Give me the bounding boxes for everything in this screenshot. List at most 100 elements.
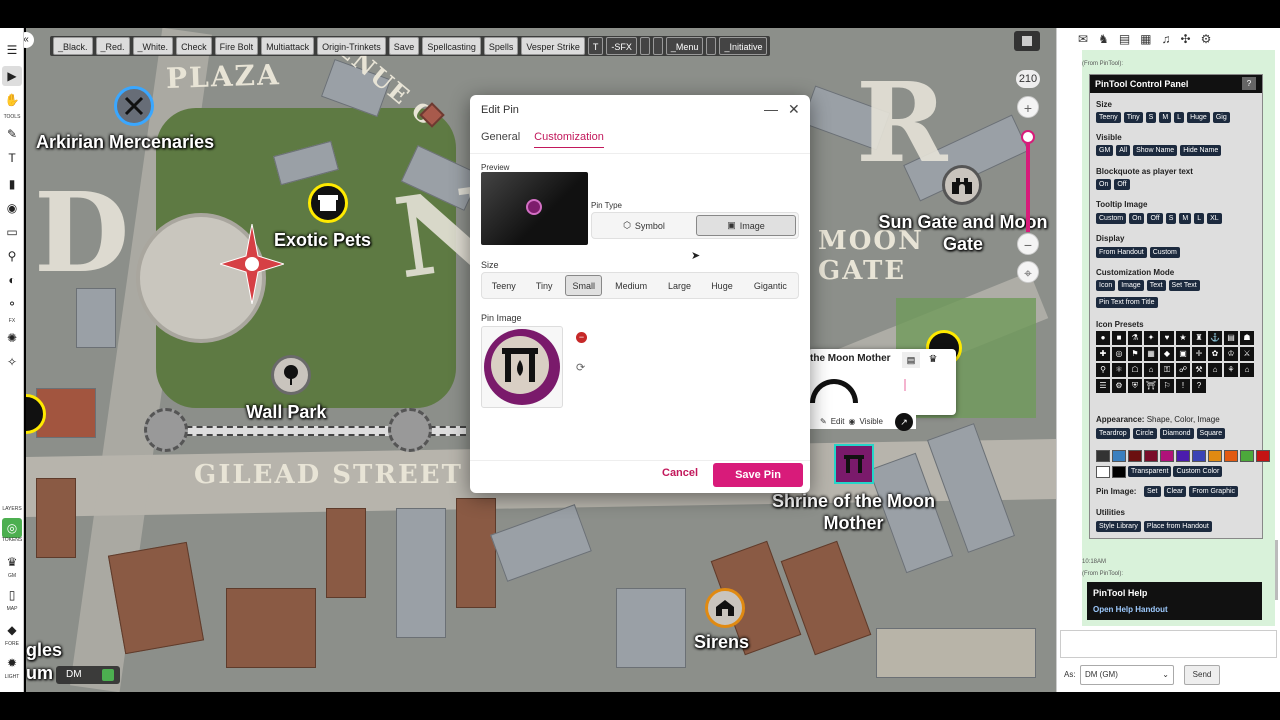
path-icon[interactable]: ⚬ [2, 294, 22, 314]
preset-icon[interactable]: ⛨ [1128, 379, 1142, 393]
preset-icon[interactable]: ▦ [1144, 347, 1158, 361]
size-large[interactable]: Large [660, 275, 699, 296]
chat-input[interactable] [1060, 630, 1277, 658]
text-icon[interactable]: T [2, 148, 22, 168]
shrine-pin-icon[interactable] [834, 444, 874, 484]
color-swatch[interactable] [1192, 450, 1206, 462]
preset-icon[interactable]: ⌂ [1240, 363, 1254, 377]
cp-blockquote-on[interactable]: On [1096, 179, 1112, 190]
map-layer-icon[interactable]: ▯ [2, 585, 22, 605]
cp-tooltip-custom[interactable]: Custom [1096, 213, 1127, 224]
gm-layer-icon[interactable]: ♛ [2, 552, 22, 572]
cp-image-clear[interactable]: Clear [1163, 486, 1187, 497]
jukebox-tab-icon[interactable]: ♫ [1162, 32, 1171, 46]
cp-mode-icon[interactable]: Icon [1096, 280, 1116, 291]
cp-tooltip-l[interactable]: L [1194, 213, 1205, 224]
token-layer-icon[interactable]: ◎ [2, 518, 22, 538]
preset-icon[interactable]: ☍ [1176, 363, 1190, 377]
cp-mode-text[interactable]: Text [1146, 280, 1166, 291]
preset-icon[interactable]: ♜ [1192, 331, 1206, 345]
popup-edit-button[interactable]: Edit [831, 417, 845, 426]
remove-image-icon[interactable]: − [576, 332, 587, 343]
cp-tooltip-m[interactable]: M [1179, 213, 1192, 224]
preset-icon[interactable]: ▣ [1176, 347, 1190, 361]
preset-icon[interactable]: ⚒ [1192, 363, 1206, 377]
cp-image-from-graphic[interactable]: From Graphic [1189, 486, 1239, 497]
color-swatch[interactable] [1112, 450, 1126, 462]
preset-icon[interactable]: ☰ [1096, 379, 1110, 393]
size-teeny[interactable]: Teeny [484, 275, 523, 296]
preset-icon[interactable]: ⚘ [1224, 363, 1238, 377]
cp-custom-color[interactable]: Custom Color [1173, 466, 1223, 477]
preset-icon[interactable]: ⌂ [1144, 363, 1158, 377]
cancel-button[interactable]: Cancel [662, 467, 698, 479]
pin-type-image[interactable]: ▣ Image [696, 215, 796, 236]
macro-button[interactable]: _Black. [53, 37, 93, 55]
macro-button[interactable]: Vesper Strike [521, 37, 585, 55]
preset-icon[interactable]: ✦ [1144, 331, 1158, 345]
handout-icon[interactable]: ▤ [902, 352, 920, 368]
size-medium[interactable]: Medium [604, 275, 657, 296]
chat-tab-icon[interactable]: ✉ [1078, 32, 1088, 46]
cp-tooltip-xl[interactable]: XL [1207, 213, 1222, 224]
cp-shape-teardrop[interactable]: Teardrop [1096, 428, 1130, 439]
cards-tab-icon[interactable]: ✣ [1181, 32, 1191, 46]
external-link-icon[interactable]: ↗ [895, 413, 913, 431]
minimize-icon[interactable]: — [764, 101, 778, 117]
crown-icon[interactable]: ♛ [924, 352, 942, 368]
preset-icon[interactable]: ✿ [1208, 347, 1222, 361]
color-swatch[interactable] [1160, 450, 1174, 462]
macro-button[interactable]: Spells [483, 37, 519, 55]
chat-scrollbar[interactable] [1275, 540, 1278, 600]
dice-icon[interactable]: ◉ [2, 198, 22, 218]
cp-size-teeny[interactable]: Teeny [1096, 112, 1121, 123]
zoom-slider-handle[interactable] [1021, 130, 1035, 144]
draw-icon[interactable]: ✎ [2, 124, 22, 144]
cp-shape-square[interactable]: Square [1196, 428, 1226, 439]
zoom-in-button[interactable]: + [1017, 96, 1039, 118]
preset-icon[interactable]: ⚲ [1096, 363, 1110, 377]
close-icon[interactable]: ✕ [788, 101, 800, 118]
pan-icon[interactable]: ✋ [2, 90, 22, 110]
macro-button[interactable]: -SFX [606, 37, 637, 55]
cp-size-gig[interactable]: Gig [1212, 112, 1230, 123]
macro-button[interactable]: Fire Bolt [214, 37, 259, 55]
save-pin-button[interactable]: Save Pin [713, 463, 803, 487]
cp-tooltip-off[interactable]: Off [1147, 213, 1163, 224]
cp-set-text[interactable]: Set Text [1168, 280, 1200, 291]
cp-tooltip-on[interactable]: On [1129, 213, 1145, 224]
player-color-icon[interactable] [102, 669, 114, 681]
cp-size-m[interactable]: M [1159, 112, 1172, 123]
open-help-handout-link[interactable]: Open Help Handout [1093, 605, 1168, 614]
macro-button[interactable]: Check [176, 37, 212, 55]
macro-button[interactable]: _Initiative [719, 37, 768, 55]
tree-icon[interactable] [271, 355, 311, 395]
size-huge[interactable]: Huge [701, 275, 742, 296]
pin-tool-icon[interactable]: ⚲ [2, 246, 22, 266]
preset-icon[interactable]: ♥ [1160, 331, 1174, 345]
recenter-icon[interactable]: ⌖ [1017, 261, 1039, 283]
macro-button[interactable]: Spellcasting [422, 37, 481, 55]
preset-icon[interactable]: ⌂ [1208, 363, 1222, 377]
cp-size-l[interactable]: L [1174, 112, 1185, 123]
compendium-tab-icon[interactable]: ▤ [1119, 32, 1130, 46]
preset-icon[interactable]: ? [1192, 379, 1206, 393]
measure-icon[interactable]: ▭ [2, 222, 22, 242]
menu-icon[interactable]: ☰ [2, 40, 22, 60]
notes-icon[interactable]: ▮ [2, 174, 22, 194]
pin-type-symbol[interactable]: ⬡ Symbol [594, 215, 694, 236]
swatch-white[interactable] [1096, 466, 1110, 478]
cp-visible-all[interactable]: All [1116, 145, 1131, 156]
house-icon[interactable] [705, 588, 745, 628]
crossed-swords-icon[interactable] [114, 86, 154, 126]
preset-icon[interactable]: ⚐ [1160, 379, 1174, 393]
edit-pencil-icon[interactable]: ✎ [820, 417, 827, 426]
preset-icon[interactable]: ⚿ [1160, 363, 1174, 377]
macro-button[interactable] [652, 37, 663, 55]
preset-icon[interactable]: ■ [1112, 331, 1126, 345]
lighting-layer-icon[interactable]: ✹ [2, 653, 22, 673]
preset-icon[interactable]: ◎ [1112, 347, 1126, 361]
preset-icon[interactable]: ⚗ [1128, 331, 1142, 345]
preset-icon[interactable]: ⚓ [1208, 331, 1222, 345]
macro-button[interactable]: _White. [132, 37, 174, 55]
